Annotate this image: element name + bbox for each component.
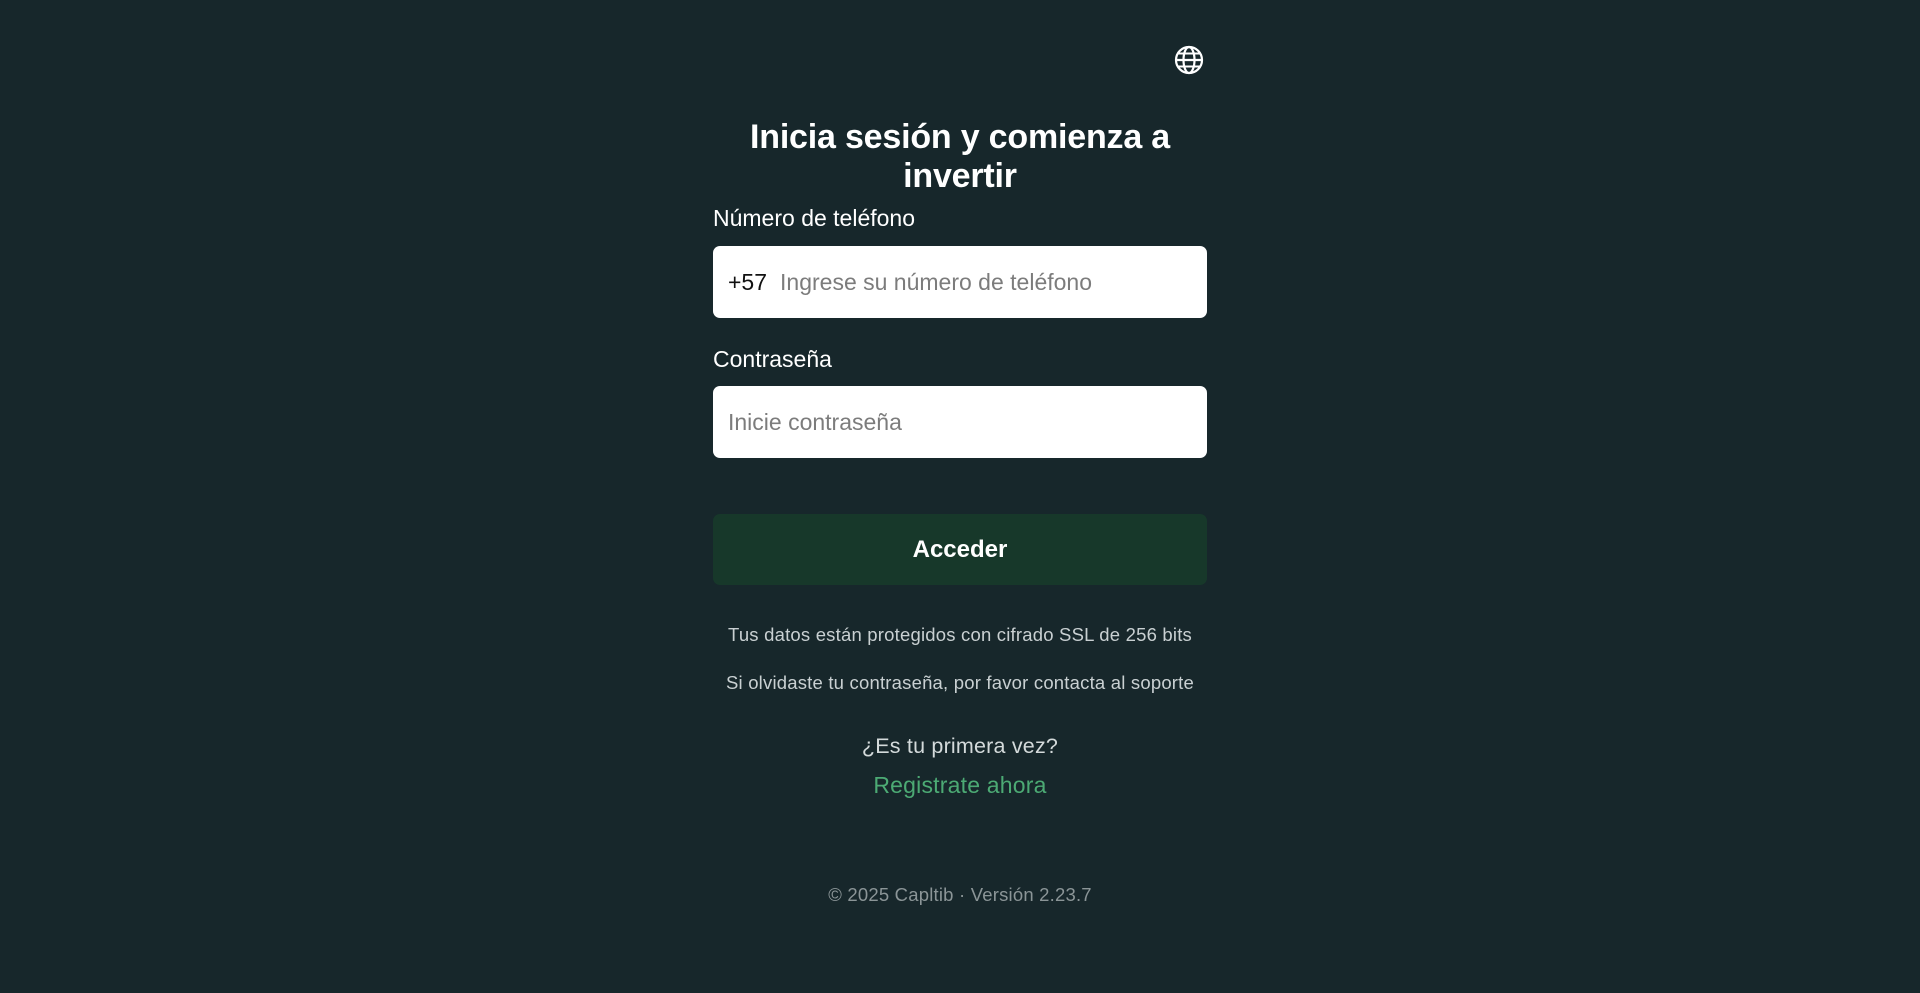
phone-field[interactable]: +57 (713, 246, 1207, 318)
register-link[interactable]: Registrate ahora (713, 772, 1207, 799)
page-title: Inicia sesión y comienza a invertir (750, 118, 1170, 195)
password-label: Contraseña (713, 346, 832, 372)
language-button[interactable] (1174, 45, 1204, 75)
login-button[interactable]: Acceder (713, 514, 1207, 585)
forgot-password-note: Si olvidaste tu contraseña, por favor co… (726, 672, 1194, 693)
signup-prompt: ¿Es tu primera vez? (861, 734, 1059, 758)
password-field[interactable] (713, 386, 1207, 458)
globe-icon (1174, 45, 1204, 75)
security-note: Tus datos están protegidos con cifrado S… (728, 624, 1192, 645)
country-code-prefix[interactable]: +57 (728, 269, 767, 296)
password-input[interactable] (728, 408, 1192, 436)
phone-input[interactable] (780, 268, 1192, 296)
phone-label: Número de teléfono (713, 205, 916, 231)
footer-version: © 2025 Capltib · Versión 2.23.7 (828, 884, 1092, 905)
login-page: Inicia sesión y comienza a invertir Núme… (0, 0, 1920, 993)
